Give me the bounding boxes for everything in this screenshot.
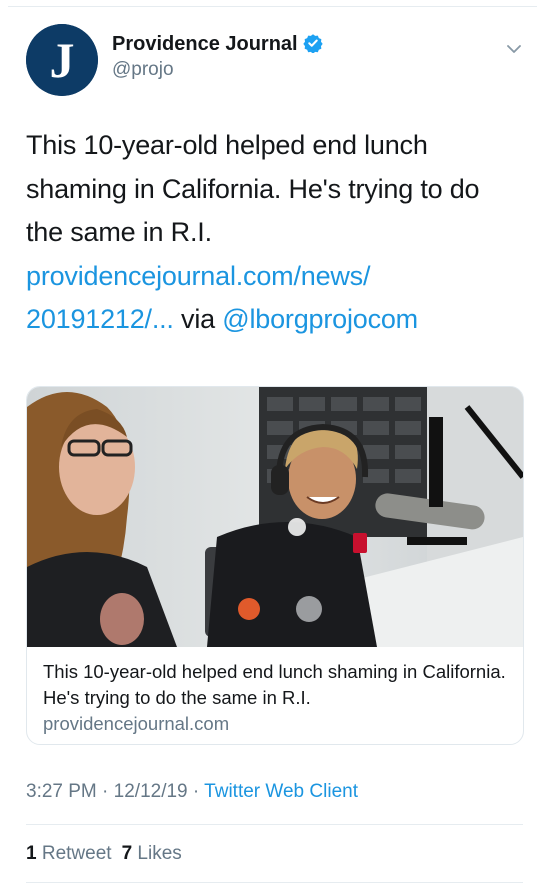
retweet-count: 1 [26,843,37,864]
avatar[interactable]: J [26,24,98,96]
svg-text:J: J [50,32,75,88]
tweet-header: J Providence Journal @projo [26,24,523,100]
card-title: This 10-year-old helped end lunch shamin… [43,661,506,708]
meta-separator: · [187,781,205,802]
tweet-text-line: shaming in California. He's trying to do [26,173,480,204]
meta-separator: · [96,781,114,802]
top-divider [8,6,537,7]
via-text: via [173,304,223,334]
chevron-down-icon[interactable] [505,40,523,58]
divider [26,824,523,825]
handle[interactable]: @projo [112,58,323,82]
retweets-stat[interactable]: 1 Retweet [26,843,112,864]
card-text[interactable]: This 10-year-old helped end lunch shamin… [43,659,509,737]
divider [26,882,523,883]
article-link[interactable]: providencejournal.com/news/ [26,255,526,299]
like-count: 7 [121,843,133,864]
card-domain: providencejournal.com [43,713,230,734]
tweet-source-link[interactable]: Twitter Web Client [204,781,358,802]
card-image[interactable] [27,387,523,647]
tweet-text-line: the same in R.I. [26,217,212,247]
article-link-continued[interactable]: 20191212/... [26,304,174,334]
likes-stat[interactable]: 7 Likes [122,843,182,864]
tweet-time[interactable]: 3:27 PM [26,781,97,802]
tweet-date[interactable]: 12/12/19 [114,781,188,802]
tweet-text-line: This 10-year-old helped end lunch [26,130,428,160]
tweet-body: This 10-year-old helped end lunch shamin… [26,124,526,342]
tweet-stats: 1 Retweet 7 Likes [26,841,182,867]
radio-studio-photo [27,387,523,647]
providence-journal-logo: J [26,24,98,96]
link-preview-card[interactable]: This 10-year-old helped end lunch shamin… [26,386,524,745]
mention-link[interactable]: @lborgprojocom [222,304,418,334]
tweet-meta: 3:27 PM · 12/12/19 · Twitter Web Client [26,779,358,805]
display-name[interactable]: Providence Journal [112,33,298,55]
verified-badge-icon [302,34,323,53]
retweet-label: Retweet [41,843,112,864]
account-names: Providence Journal @projo [112,32,323,82]
like-label: Likes [137,843,182,864]
